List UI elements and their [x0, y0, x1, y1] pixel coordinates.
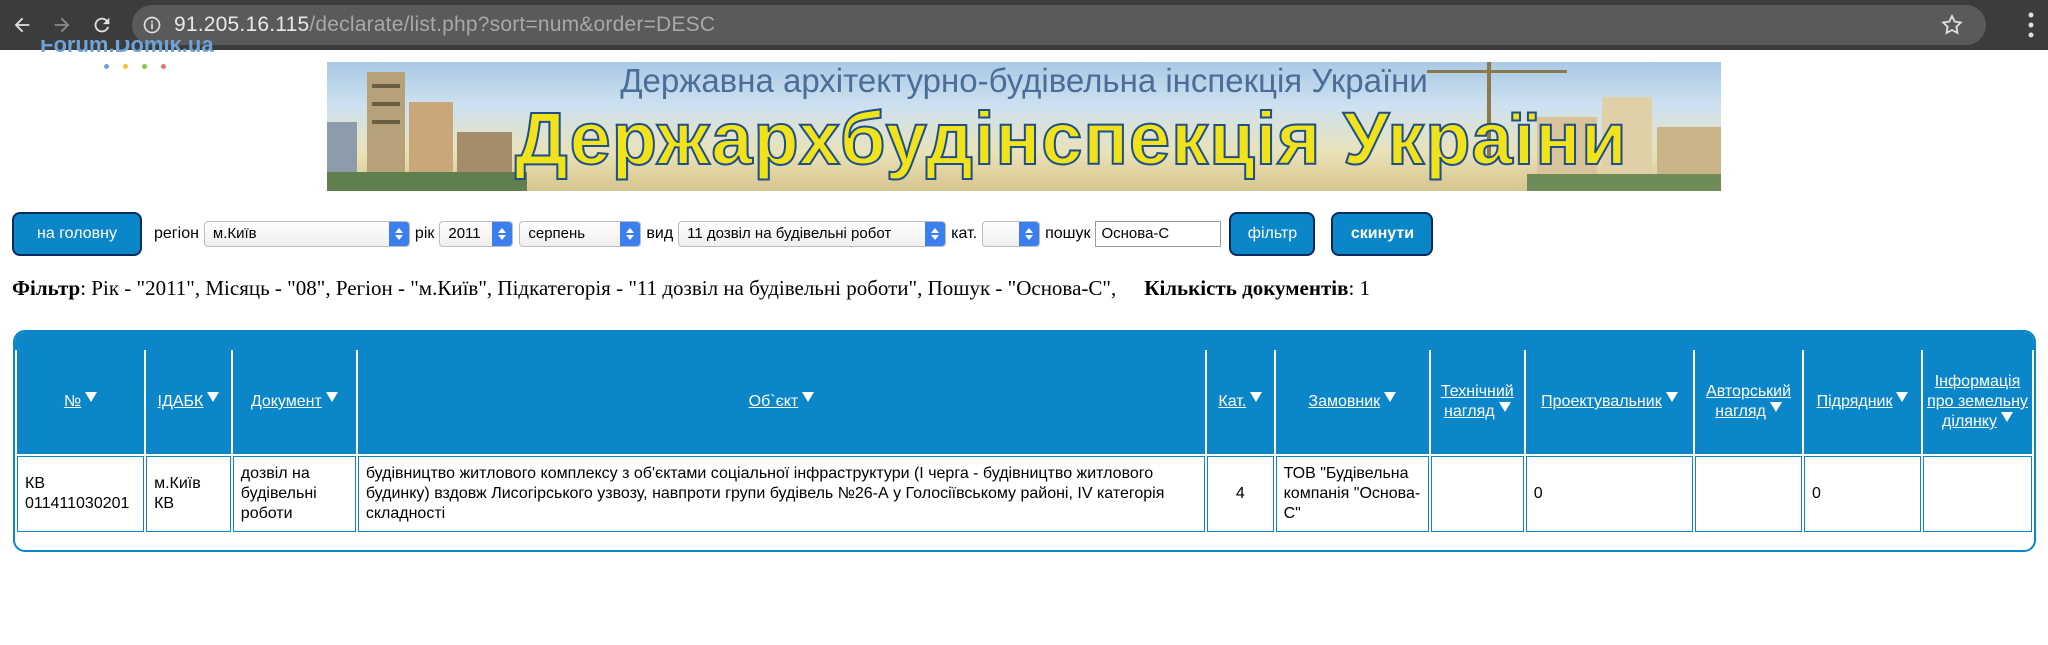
sort-down-icon	[325, 392, 338, 402]
column-header-num[interactable]: №	[17, 350, 145, 454]
search-input[interactable]: Основа-С	[1095, 220, 1222, 247]
filter-bar: на головну регіон м.Київ рік 2011 серпен…	[12, 211, 1434, 256]
month-select-value: серпень	[528, 225, 586, 242]
home-button[interactable]: на головну	[12, 211, 142, 256]
forward-button[interactable]	[44, 7, 80, 43]
reload-button[interactable]	[84, 7, 120, 43]
site-logo[interactable]: Forum.Domik.ua	[40, 40, 214, 60]
year-select[interactable]: 2011	[439, 220, 514, 247]
sort-down-icon	[1498, 402, 1511, 412]
year-label: рік	[414, 224, 435, 242]
sort-down-icon	[1250, 392, 1263, 402]
info-icon[interactable]	[142, 15, 162, 35]
year-select-value: 2011	[448, 225, 481, 242]
filter-button[interactable]: фільтр	[1229, 211, 1316, 256]
sort-down-icon	[1665, 392, 1678, 402]
select-arrows-icon	[925, 221, 946, 246]
filter-summary-text: : Рік - "2011", Місяць - "08", Регіон - …	[80, 276, 1117, 300]
sort-down-icon	[2000, 412, 2013, 422]
cell-customer: ТОВ "Будівельна компанія "Основа-С"	[1275, 456, 1429, 532]
cell-document: дозвіл на будівельні роботи	[232, 456, 356, 532]
select-arrows-icon	[492, 221, 513, 246]
column-header-category[interactable]: Кат.	[1207, 350, 1274, 454]
type-label: вид	[646, 224, 674, 242]
cell-category: 4	[1207, 456, 1274, 532]
back-button[interactable]	[4, 7, 40, 43]
column-header-customer[interactable]: Замовник	[1275, 350, 1429, 454]
url-text: 91.205.16.115/declarate/list.php?sort=nu…	[174, 13, 715, 37]
banner-subtitle: Державна архітектурно-будівельна інспекц…	[620, 62, 1428, 99]
cell-land-info	[1923, 456, 2032, 532]
url-path: /declarate/list.php?sort=num&order=DESC	[309, 13, 716, 36]
column-header-contractor[interactable]: Підрядник	[1804, 350, 1922, 454]
cell-num: КВ 011411030201	[17, 456, 145, 532]
column-header-author-supervision[interactable]: Авторський нагляд	[1695, 350, 1803, 454]
url-host: 91.205.16.115	[174, 13, 310, 36]
reload-icon	[94, 17, 110, 33]
logo-dots	[104, 64, 166, 69]
type-select[interactable]: 11 дозвіл на будівельні робот	[678, 220, 947, 247]
reset-button[interactable]: скинути	[1331, 211, 1434, 256]
address-bar[interactable]: 91.205.16.115/declarate/list.php?sort=nu…	[132, 5, 1986, 45]
sort-down-icon	[1384, 392, 1397, 402]
select-arrows-icon	[620, 221, 641, 246]
banner-title: Держархбудінспекція України	[514, 96, 1628, 181]
arrow-right-icon	[54, 17, 70, 33]
search-label: пошук	[1045, 224, 1091, 242]
type-select-value: 11 дозвіл на будівельні робот	[687, 225, 892, 242]
results-table: № ІДАБК Документ Об`єкт Кат. Замовник Те…	[15, 348, 2034, 534]
column-header-idabk[interactable]: ІДАБК	[146, 350, 231, 454]
arrow-left-icon	[14, 17, 30, 33]
column-header-tech-supervision[interactable]: Технічний нагляд	[1430, 350, 1524, 454]
cell-idabk: м.Київ КВ	[146, 456, 231, 532]
bookmark-star-icon[interactable]	[1940, 13, 1964, 37]
filter-summary-label: Фільтр	[12, 276, 81, 300]
sort-down-icon	[1896, 392, 1909, 402]
cell-contractor: 0	[1804, 456, 1922, 532]
column-header-designer[interactable]: Проектувальник	[1525, 350, 1694, 454]
region-label: регіон	[154, 224, 199, 242]
menu-dots-icon[interactable]	[2028, 12, 2034, 38]
column-header-document[interactable]: Документ	[232, 350, 356, 454]
browser-toolbar: 91.205.16.115/declarate/list.php?sort=nu…	[0, 0, 2048, 50]
region-select-value: м.Київ	[212, 225, 257, 242]
cell-author-supervision	[1695, 456, 1803, 532]
sort-down-icon	[1769, 402, 1782, 412]
column-header-object[interactable]: Об`єкт	[357, 350, 1206, 454]
category-select[interactable]	[982, 220, 1041, 247]
select-arrows-icon	[1019, 221, 1040, 246]
cell-tech-supervision	[1430, 456, 1524, 532]
month-select[interactable]: серпень	[519, 220, 642, 247]
select-arrows-icon	[388, 221, 409, 246]
document-count-value: : 1	[1348, 276, 1371, 300]
cell-object: будівництво житлового комплексу з об'єкт…	[357, 456, 1206, 532]
cell-designer: 0	[1525, 456, 1694, 532]
document-count-label: Кількість документів	[1144, 276, 1349, 300]
sort-down-icon	[802, 392, 815, 402]
region-select[interactable]: м.Київ	[203, 220, 410, 247]
sort-down-icon	[207, 392, 220, 402]
results-table-container: № ІДАБК Документ Об`єкт Кат. Замовник Те…	[13, 330, 2036, 552]
category-label: кат.	[951, 224, 978, 242]
header-banner: Державна архітектурно-будівельна інспекц…	[327, 62, 1721, 191]
filter-summary: Фільтр: Рік - "2011", Місяць - "08", Рег…	[12, 276, 1370, 301]
table-row: КВ 011411030201 м.Київ КВ дозвіл на буді…	[17, 456, 2032, 532]
table-header-row: № ІДАБК Документ Об`єкт Кат. Замовник Те…	[17, 350, 2032, 454]
sort-down-icon	[85, 392, 98, 402]
column-header-land-info[interactable]: Інформація про земельну ділянку	[1923, 350, 2032, 454]
